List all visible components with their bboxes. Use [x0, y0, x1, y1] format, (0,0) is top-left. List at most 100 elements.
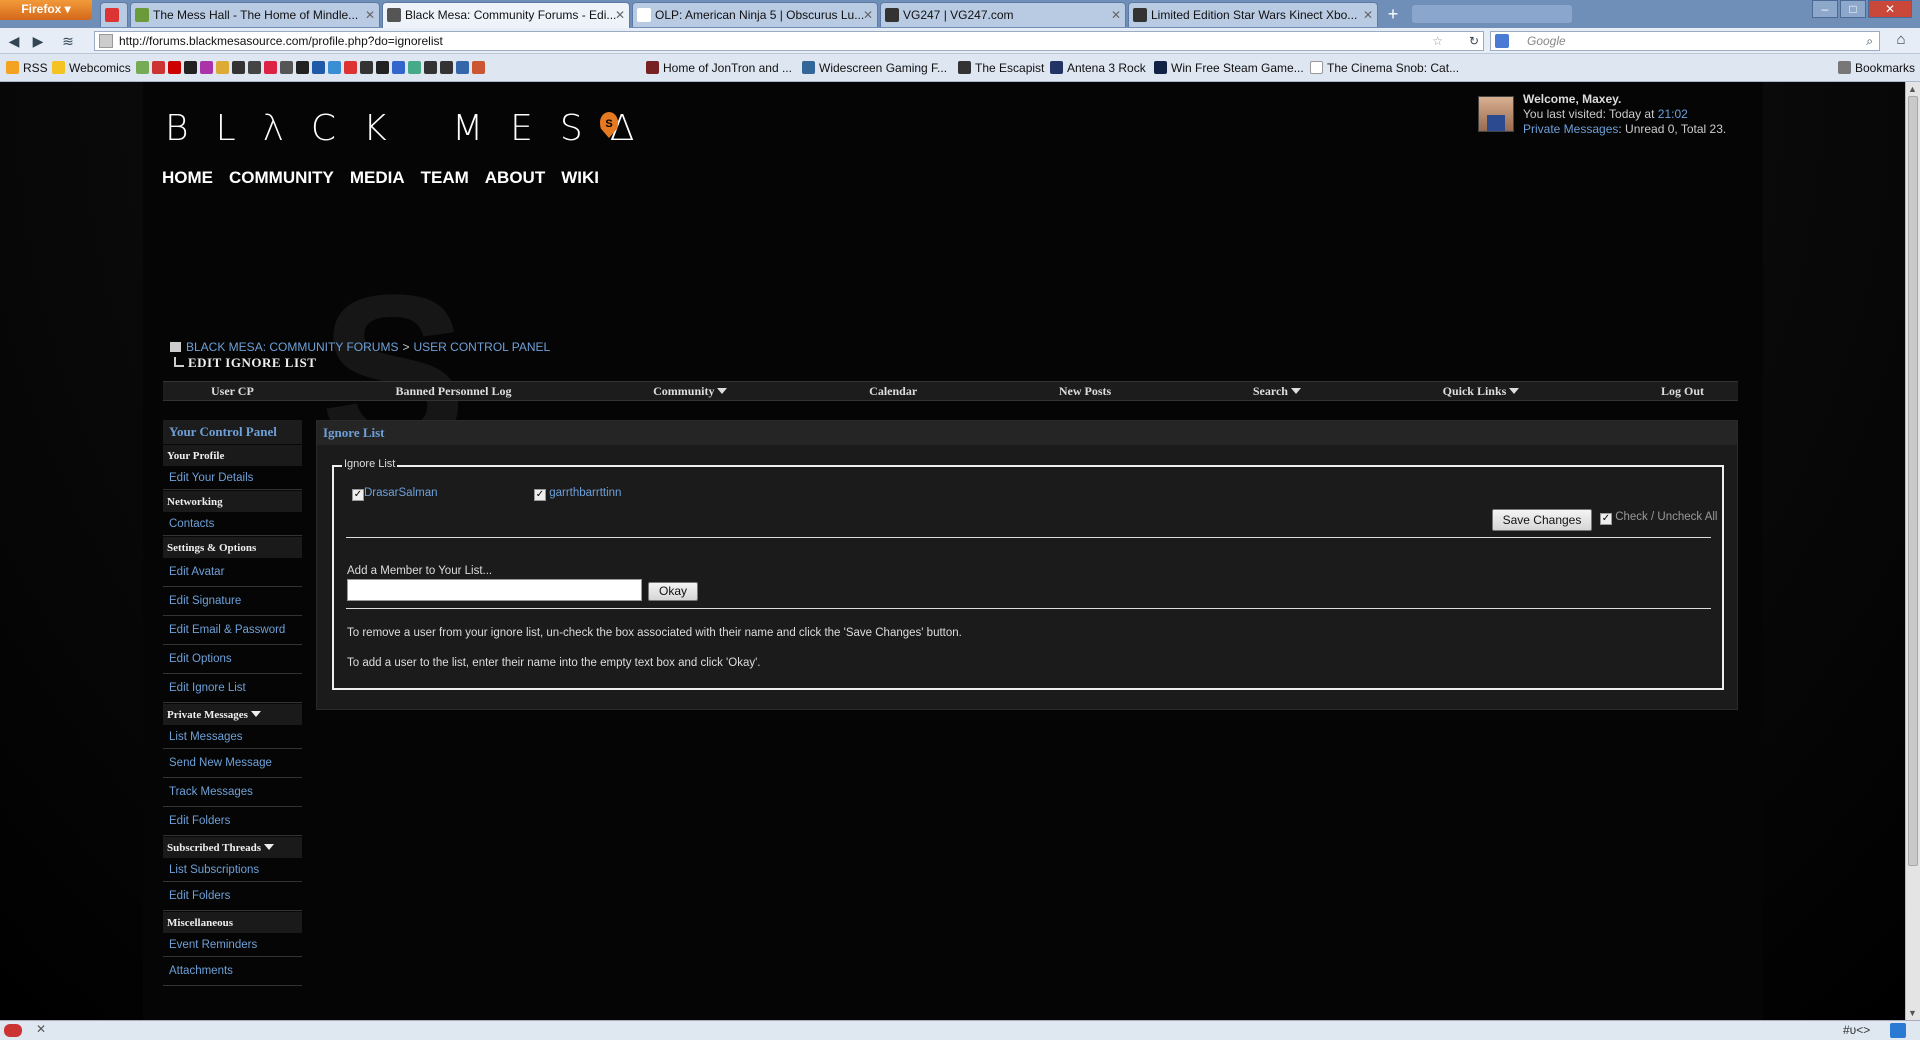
sidebar-item-edit-signature[interactable]: Edit Signature	[163, 587, 302, 616]
tab-mess-hall[interactable]: The Mess Hall - The Home of Mindle... ✕	[130, 2, 380, 27]
bookmark-webcomics[interactable]: Webcomics	[52, 60, 131, 76]
ignored-user-link[interactable]: garrthbarrttinn	[549, 487, 621, 499]
add-member-input[interactable]	[347, 579, 642, 601]
sidebar-group-private-messages[interactable]: Private Messages	[163, 703, 302, 725]
sidebar-header[interactable]: Your Control Panel	[163, 420, 302, 444]
sidebar-group-miscellaneous: Miscellaneous	[163, 911, 302, 933]
close-icon[interactable]: ✕	[615, 3, 625, 27]
scroll-up-icon[interactable]: ▲	[1908, 84, 1918, 94]
close-icon[interactable]: ✕	[365, 3, 375, 27]
maximize-button[interactable]: □	[1840, 0, 1866, 18]
home-icon[interactable]: ⌂	[1890, 31, 1912, 51]
sidebar-item-send-message[interactable]: Send New Message	[163, 749, 302, 778]
search-bar[interactable]: Google ⌕	[1490, 31, 1880, 51]
breadcrumb-separator: >	[402, 340, 410, 354]
bookmark-label: The Cinema Snob: Cat...	[1327, 61, 1460, 75]
minimize-button[interactable]: –	[1812, 0, 1838, 18]
adblock-icon[interactable]	[4, 1024, 22, 1037]
nav-calendar[interactable]: Calendar	[869, 384, 917, 399]
nav-log-out[interactable]: Log Out	[1661, 384, 1704, 399]
sidebar-item-edit-ignore[interactable]: Edit Ignore List	[163, 674, 302, 703]
nav-team[interactable]: TEAM	[421, 168, 469, 188]
site-logo[interactable]: BLλCK MESΔ	[165, 108, 661, 149]
nav-search-menu[interactable]: Search	[1253, 384, 1301, 399]
bookmark-steam[interactable]: Win Free Steam Game...	[1154, 60, 1304, 76]
reload-icon[interactable]: ↻	[1469, 32, 1479, 50]
nav-media[interactable]: MEDIA	[350, 168, 405, 188]
google-icon[interactable]	[1495, 34, 1509, 48]
nav-community-menu[interactable]: Community	[653, 384, 728, 399]
nav-home[interactable]: HOME	[162, 168, 213, 188]
nav-user-cp[interactable]: User CP	[211, 384, 254, 399]
url-bar[interactable]: http://forums.blackmesasource.com/profil…	[94, 31, 1484, 51]
addon-icon[interactable]	[1890, 1023, 1906, 1038]
window-close-button[interactable]: ✕	[1868, 0, 1912, 18]
nav-community[interactable]: COMMUNITY	[229, 168, 334, 188]
sidebar-item-edit-avatar[interactable]: Edit Avatar	[163, 558, 302, 587]
username-link[interactable]: Maxey.	[1582, 92, 1621, 106]
ignored-user-link[interactable]: DrasarSalman	[364, 487, 438, 499]
close-icon[interactable]: ✕	[1111, 3, 1121, 27]
okay-button[interactable]: Okay	[648, 582, 698, 601]
bookmark-icon	[280, 61, 293, 74]
ignored-user-checkbox[interactable]: ✓	[352, 489, 364, 501]
page-scrollbar[interactable]: ▲ ▼	[1905, 82, 1920, 1020]
bookmark-icon	[232, 61, 245, 74]
sidebar-item-contacts[interactable]: Contacts	[163, 512, 302, 536]
sidebar-group-subscribed-threads[interactable]: Subscribed Threads	[163, 836, 302, 858]
forward-icon[interactable]: ▶	[28, 31, 48, 51]
bookmark-escapist[interactable]: The Escapist	[958, 60, 1044, 76]
search-icon[interactable]: ⌕	[1866, 32, 1873, 50]
bookmark-cinema[interactable]: The Cinema Snob: Cat...	[1310, 60, 1459, 76]
tab-star-wars[interactable]: Limited Edition Star Wars Kinect Xbo... …	[1128, 2, 1378, 27]
nav-about[interactable]: ABOUT	[485, 168, 545, 188]
check-all-toggle[interactable]: ✓ Check / Uncheck All	[1600, 511, 1717, 525]
nav-quick-links-menu[interactable]: Quick Links	[1443, 384, 1520, 399]
sidebar-item-edit-email[interactable]: Edit Email & Password	[163, 616, 302, 645]
sidebar-item-event-reminders[interactable]: Event Reminders	[163, 933, 302, 957]
tab-gmail[interactable]	[100, 2, 128, 27]
divider	[346, 537, 1711, 538]
sidebar-item-edit-folders[interactable]: Edit Folders	[163, 807, 302, 836]
check-all-checkbox[interactable]: ✓	[1600, 513, 1612, 525]
close-icon[interactable]: ✕	[1363, 3, 1373, 27]
ignored-user-checkbox[interactable]: ✓	[534, 489, 546, 501]
tab-strip-blank	[1412, 5, 1572, 23]
nav-wiki[interactable]: WIKI	[561, 168, 599, 188]
avatar[interactable]	[1478, 96, 1514, 132]
scrollbar-thumb[interactable]	[1908, 96, 1918, 866]
gmail-icon	[105, 8, 119, 22]
sidebar-item-edit-folders-subs[interactable]: Edit Folders	[163, 882, 302, 911]
bookmarks-menu[interactable]: Bookmarks	[1838, 60, 1915, 76]
sidebar-item-list-subscriptions[interactable]: List Subscriptions	[163, 858, 302, 882]
tab-obscurus[interactable]: OLP: American Ninja 5 | Obscurus Lu... ✕	[632, 2, 878, 27]
bookmark-widescreen[interactable]: Widescreen Gaming F...	[802, 60, 947, 76]
bookmark-antena[interactable]: Antena 3 Rock	[1050, 60, 1146, 76]
sidebar-item-list-messages[interactable]: List Messages	[163, 725, 302, 749]
sidebar-item-edit-options[interactable]: Edit Options	[163, 645, 302, 674]
sidebar-item-track-messages[interactable]: Track Messages	[163, 778, 302, 807]
save-changes-button[interactable]: Save Changes	[1492, 509, 1592, 531]
new-tab-button[interactable]: +	[1382, 4, 1404, 26]
rss-icon[interactable]: ≋	[58, 31, 78, 51]
bookmark-jontron[interactable]: Home of JonTron and ...	[646, 60, 792, 76]
bookmark-rss[interactable]: RSS	[6, 60, 48, 76]
tab-black-mesa[interactable]: Black Mesa: Community Forums - Edi... ✕	[382, 2, 630, 28]
firefox-menu-button[interactable]: Firefox ▾	[0, 0, 92, 20]
ignored-user-item: ✓ garrthbarrttinn	[534, 487, 621, 501]
nav-banned-log[interactable]: Banned Personnel Log	[395, 384, 511, 399]
scroll-down-icon[interactable]: ▼	[1908, 1008, 1918, 1018]
tab-vg247[interactable]: VG247 | VG247.com ✕	[880, 2, 1126, 27]
breadcrumb-ucp[interactable]: USER CONTROL PANEL	[413, 340, 550, 354]
back-icon[interactable]: ◀	[4, 31, 24, 51]
private-messages-link[interactable]: Private Messages	[1523, 122, 1618, 136]
close-icon[interactable]: ✕	[863, 3, 873, 27]
sidebar-item-attachments[interactable]: Attachments	[163, 957, 302, 986]
site-identity-icon[interactable]	[99, 34, 113, 48]
bookmark-icons-row[interactable]	[136, 60, 488, 76]
close-icon[interactable]: ✕	[36, 1022, 46, 1036]
nav-new-posts[interactable]: New Posts	[1059, 384, 1111, 399]
sidebar-item-edit-details[interactable]: Edit Your Details	[163, 466, 302, 490]
breadcrumb-forums[interactable]: BLACK MESA: COMMUNITY FORUMS	[186, 340, 398, 354]
star-icon[interactable]: ☆	[1432, 32, 1443, 50]
